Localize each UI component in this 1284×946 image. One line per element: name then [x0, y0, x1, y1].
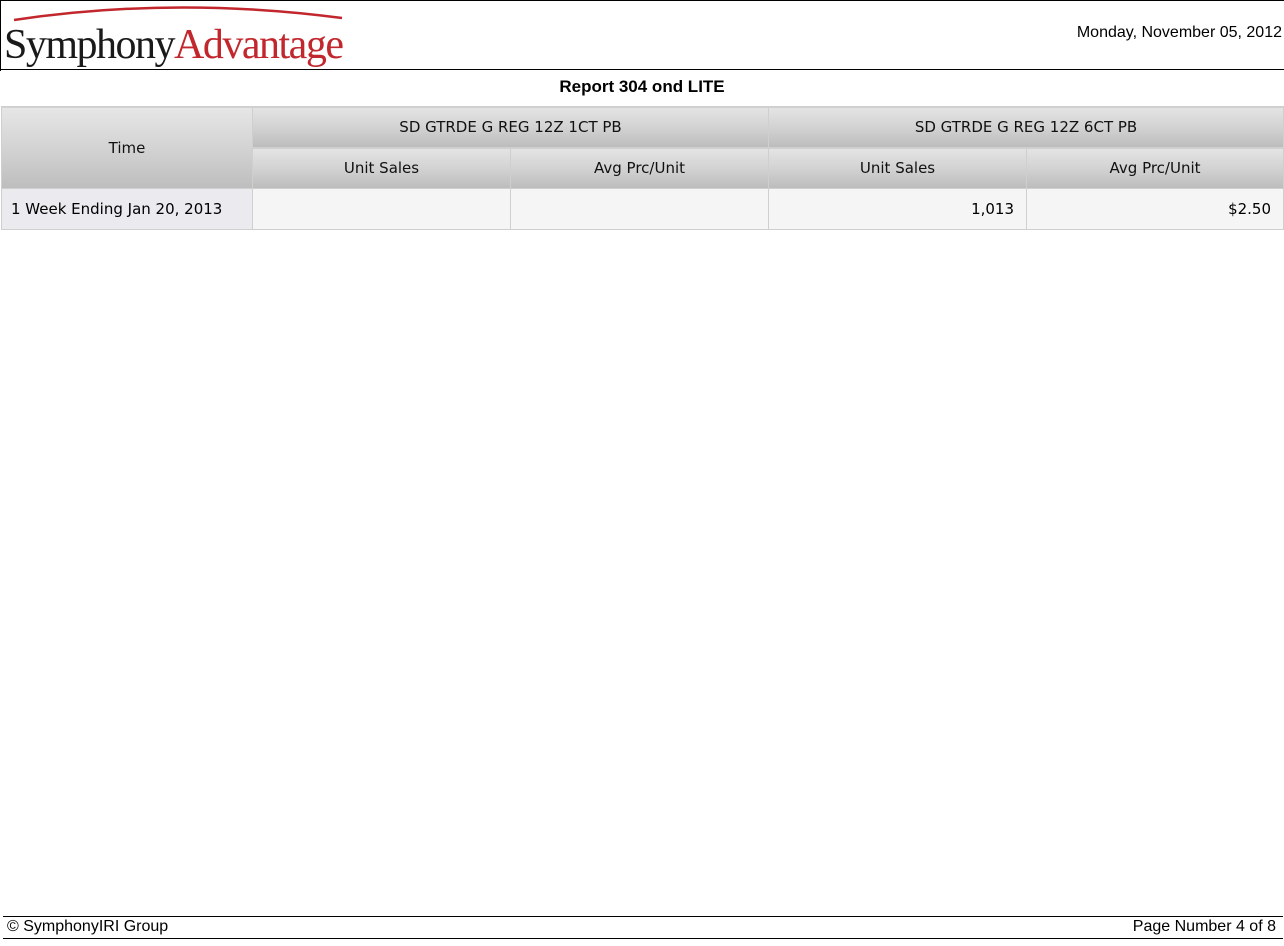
column-header-avg-price[interactable]: Avg Prc/Unit	[509, 147, 770, 189]
report-title: Report 304 ond LITE	[559, 77, 725, 96]
logo-part-symphony: Symphony	[4, 22, 176, 68]
column-header-avg-price[interactable]: Avg Prc/Unit	[1026, 147, 1284, 189]
column-group-header[interactable]: SD GTRDE G REG 12Z 6CT PB	[768, 106, 1284, 148]
column-group-header[interactable]: SD GTRDE G REG 12Z 1CT PB	[251, 106, 770, 148]
footer-copyright: © SymphonyIRI Group	[7, 918, 169, 935]
report-table: Time SD GTRDE G REG 12Z 1CT PB SD GTRDE …	[1, 106, 1284, 230]
report-date: Monday, November 05, 2012	[1076, 24, 1282, 41]
table-header-row-groups: Time SD GTRDE G REG 12Z 1CT PB SD GTRDE …	[1, 106, 1284, 189]
footer-page-number: Page Number 4 of 8	[1132, 918, 1276, 935]
column-header-unit-sales[interactable]: Unit Sales	[768, 147, 1028, 189]
table-cell	[509, 188, 770, 230]
footer-divider-bottom	[3, 938, 1283, 939]
footer-divider-top	[3, 916, 1283, 917]
table-cell: 1,013	[768, 188, 1028, 230]
column-header-unit-sales[interactable]: Unit Sales	[252, 147, 511, 189]
header-divider	[0, 69, 1284, 70]
table-cell	[252, 188, 511, 230]
row-label-time: 1 Week Ending Jan 20, 2013	[1, 188, 253, 230]
logo-part-advantage: Advantage	[174, 22, 343, 68]
table-row: 1 Week Ending Jan 20, 2013 1,013 $2.50	[1, 188, 1284, 230]
table-cell: $2.50	[1026, 188, 1284, 230]
symphony-advantage-logo: SymphonyAdvantage	[4, 2, 349, 68]
column-header-time[interactable]: Time	[1, 106, 253, 189]
svg-text:SymphonyAdvantage: SymphonyAdvantage	[4, 22, 343, 68]
